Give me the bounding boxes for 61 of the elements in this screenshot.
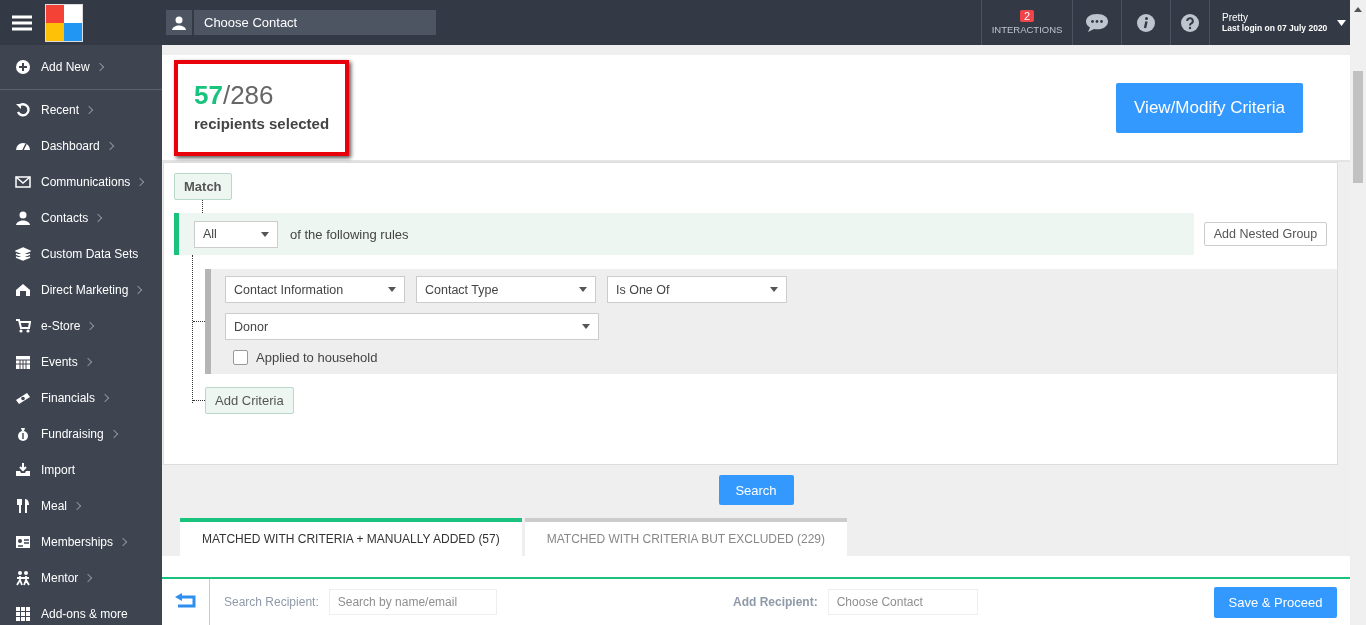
criteria-dropdown[interactable]: Is One Of (607, 276, 787, 303)
add-criteria-button[interactable]: Add Criteria (205, 387, 294, 414)
user-name[interactable]: Pretty (1222, 12, 1328, 23)
sidebar-item[interactable]: Contacts (0, 200, 162, 236)
notification-badge: 2 (1019, 10, 1035, 22)
person-icon (171, 14, 187, 31)
criteria-dropdown[interactable]: Contact Information (225, 276, 405, 303)
tab[interactable]: MATCHED WITH CRITERIA BUT EXCLUDED (229) (524, 518, 847, 556)
sidebar-item[interactable]: Add-ons & more (0, 596, 162, 625)
sidebar-item[interactable]: Memberships (0, 524, 162, 560)
help-icon[interactable] (1181, 13, 1199, 32)
add-recipient-label: Add Recipient: (733, 595, 818, 609)
value-dropdown[interactable]: Donor (225, 313, 599, 340)
money-bag-icon (15, 426, 31, 442)
person-icon (15, 210, 31, 226)
sidebar-item[interactable]: e-Store (0, 308, 162, 344)
fork-knife-icon (15, 498, 31, 514)
interactions-link[interactable]: INTERACTIONS (991, 24, 1063, 35)
back-arrow-icon[interactable] (173, 593, 198, 611)
sidebar-item[interactable]: Custom Data Sets (0, 236, 162, 272)
sidebar-item[interactable]: Financials (0, 380, 162, 416)
sidebar-item[interactable]: Communications (0, 164, 162, 200)
info-icon[interactable] (1137, 13, 1155, 32)
grid-icon (15, 606, 31, 622)
envelope-icon (15, 174, 31, 190)
banknote-icon (15, 390, 31, 406)
id-card-icon (15, 534, 31, 550)
sidebar-item[interactable]: Import (0, 452, 162, 488)
criteria-dropdown[interactable]: Contact Type (416, 276, 596, 303)
sidebar-item[interactable]: Recent (0, 92, 162, 128)
sidebar-item[interactable]: Mentor (0, 560, 162, 596)
stack-icon (15, 246, 31, 262)
rule-text: of the following rules (290, 226, 409, 242)
last-login-text: Last login on 07 July 2020 (1222, 23, 1328, 33)
scroll-up-icon[interactable] (1354, 7, 1362, 12)
calendar-icon (15, 354, 31, 370)
sidebar-item[interactable]: Direct Marketing (0, 272, 162, 308)
sidebar-item[interactable]: Fundraising (0, 416, 162, 452)
chat-icon[interactable] (1085, 12, 1109, 33)
recipient-count: 57/286 (194, 79, 275, 111)
match-button[interactable]: Match (174, 173, 232, 200)
recipient-caption: recipients selected (194, 114, 330, 132)
plus-circle-icon (15, 59, 31, 75)
download-tray-icon (15, 462, 31, 478)
tab[interactable]: MATCHED WITH CRITERIA + MANUALLY ADDED (57) (180, 518, 522, 556)
house-icon (15, 282, 31, 298)
sidebar-item[interactable]: Dashboard (0, 128, 162, 164)
sidebar-item[interactable]: Meal (0, 488, 162, 524)
logo[interactable] (45, 3, 83, 42)
quantifier-dropdown[interactable]: All (194, 220, 278, 248)
sidebar-item[interactable]: Events (0, 344, 162, 380)
checkbox-label: Applied to household (256, 350, 378, 365)
caret-icon[interactable] (1337, 19, 1347, 26)
add-nested-group-button[interactable]: Add Nested Group (1203, 222, 1328, 246)
search-recipient-label: Search Recipient: (224, 595, 319, 609)
people-icon (15, 570, 31, 586)
menu-icon[interactable] (12, 14, 32, 31)
checkbox[interactable] (233, 350, 248, 365)
cart-icon (15, 318, 31, 334)
undo-icon (15, 102, 31, 118)
scrollbar-thumb[interactable] (1353, 71, 1363, 183)
